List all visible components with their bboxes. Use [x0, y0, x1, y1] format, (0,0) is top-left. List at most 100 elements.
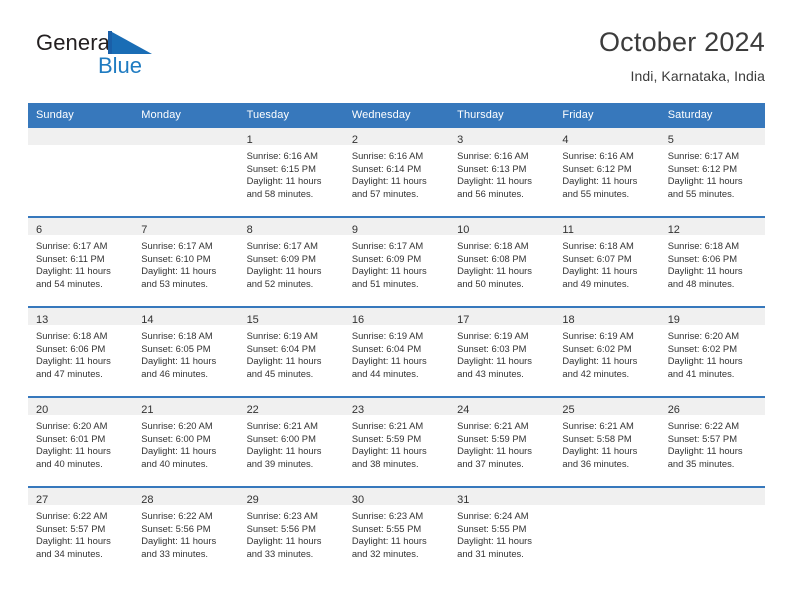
daylight-text: Daylight: 11 hours: [246, 265, 322, 277]
sunset-text: Sunset: 6:04 PM: [246, 342, 316, 354]
day-cell-details: Sunrise: 6:22 AM Sunset: 5:57 PM Daylight:…: [28, 505, 133, 560]
calendar-day-cell[interactable]: 30 Sunrise: 6:23 AM Sunset: 5:55 PM Dayligh…: [343, 486, 450, 576]
sunrise-text: Sunrise: 6:21 AM: [351, 420, 424, 431]
calendar-day-cell[interactable]: 15 Sunrise: 6:19 AM Sunset: 6:04 PM Dayligh…: [238, 306, 344, 397]
sunset-text: Sunset: 6:14 PM: [351, 162, 422, 174]
day-number: 25: [562, 404, 575, 416]
calendar-day-cell[interactable]: 20 Sunrise: 6:20 AM Sunset: 6:01 PM Dayligh…: [28, 396, 134, 487]
calendar-day-cell[interactable]: 10 Sunrise: 6:18 AM Sunset: 6:08 PM Dayligh…: [449, 216, 555, 307]
calendar-day-cell[interactable]: 25 Sunrise: 6:21 AM Sunset: 5:58 PM Dayligh…: [554, 396, 660, 487]
sunset-text: Sunset: 6:02 PM: [562, 342, 632, 354]
calendar-week-row: 20 Sunrise: 6:20 AM Sunset: 6:01 PM Dayligh…: [28, 396, 765, 487]
calendar-day-cell[interactable]: 5 Sunrise: 6:17 AM Sunset: 6:12 PM Daylight…: [659, 126, 765, 217]
calendar-day-cell[interactable]: 29 Sunrise: 6:23 AM Sunset: 5:56 PM Dayligh…: [238, 486, 344, 576]
daylight-text: and 55 minutes.: [667, 187, 735, 199]
daylight-text: and 32 minutes.: [351, 547, 419, 559]
day-number-band: 30: [343, 488, 450, 506]
calendar-day-cell[interactable]: 7 Sunrise: 6:17 AM Sunset: 6:10 PM Daylight…: [133, 216, 239, 307]
daylight-text: Daylight: 11 hours: [351, 445, 427, 457]
day-cell-details: Sunrise: 6:21 AM Sunset: 5:59 PM Daylight:…: [344, 415, 449, 470]
day-number-band: 27: [28, 488, 134, 506]
daylight-text: Daylight: 11 hours: [246, 175, 322, 187]
day-number: 3: [457, 134, 464, 146]
calendar-day-cell[interactable]: 3 Sunrise: 6:16 AM Sunset: 6:13 PM Daylight…: [449, 126, 555, 217]
calendar-day-cell[interactable]: 14 Sunrise: 6:18 AM Sunset: 6:05 PM Dayligh…: [133, 306, 239, 397]
calendar-day-cell[interactable]: 28 Sunrise: 6:22 AM Sunset: 5:56 PM Dayligh…: [133, 486, 239, 576]
day-cell-details: Sunrise: 6:17 AM Sunset: 6:09 PM Daylight:…: [344, 235, 449, 290]
day-number-band: 10: [449, 218, 555, 236]
calendar-header-row: Sunday Monday Tuesday Wednesday Thursday Frid…: [28, 103, 765, 127]
calendar-day-cell[interactable]: 4 Sunrise: 6:16 AM Sunset: 6:12 PM Daylight…: [554, 126, 660, 217]
day-cell-details: [554, 505, 659, 510]
day-cell-inner: 10 Sunrise: 6:18 AM Sunset: 6:08 PM Dayligh…: [449, 218, 555, 306]
day-cell-details: Sunrise: 6:19 AM Sunset: 6:03 PM Daylight:…: [449, 325, 554, 380]
daylight-text: and 47 minutes.: [36, 367, 103, 379]
day-number-band: 2: [343, 128, 450, 146]
day-number: 26: [667, 404, 680, 416]
day-cell-inner: 1 Sunrise: 6:16 AM Sunset: 6:15 PM Daylight…: [238, 128, 344, 216]
calendar-day-cell[interactable]: 22 Sunrise: 6:21 AM Sunset: 6:00 PM Dayligh…: [238, 396, 344, 487]
daylight-text: Daylight: 11 hours: [351, 355, 427, 367]
sunset-text: Sunset: 6:03 PM: [457, 342, 527, 354]
calendar-day-cell[interactable]: 31 Sunrise: 6:24 AM Sunset: 5:55 PM Dayligh…: [449, 486, 555, 576]
day-number-band: 7: [133, 218, 239, 236]
calendar-day-cell[interactable]: 16 Sunrise: 6:19 AM Sunset: 6:04 PM Dayligh…: [343, 306, 450, 397]
calendar-day-cell[interactable]: 23 Sunrise: 6:21 AM Sunset: 5:59 PM Dayligh…: [343, 396, 450, 487]
page-subtitle: Indi, Karnataka, India: [630, 68, 765, 84]
day-number: 1: [246, 134, 253, 146]
weekday-header-monday: Monday: [133, 103, 239, 127]
calendar-day-cell[interactable]: 18 Sunrise: 6:19 AM Sunset: 6:02 PM Dayligh…: [554, 306, 660, 397]
calendar-week-row: 13 Sunrise: 6:18 AM Sunset: 6:06 PM Dayligh…: [28, 306, 765, 397]
day-number: 23: [351, 404, 365, 416]
daylight-text: and 46 minutes.: [141, 367, 208, 379]
sunrise-text: Sunrise: 6:20 AM: [141, 420, 213, 431]
page-header: General Blue October 2024 Indi, Karnatak…: [28, 26, 765, 96]
daylight-text: Daylight: 11 hours: [667, 445, 743, 457]
daylight-text: Daylight: 11 hours: [36, 445, 111, 457]
calendar-day-cell[interactable]: 17 Sunrise: 6:19 AM Sunset: 6:03 PM Dayligh…: [449, 306, 555, 397]
calendar-day-cell[interactable]: 11 Sunrise: 6:18 AM Sunset: 6:07 PM Dayligh…: [554, 216, 660, 307]
day-number: 30: [351, 494, 365, 506]
day-cell-details: Sunrise: 6:23 AM Sunset: 5:55 PM Daylight:…: [344, 505, 449, 560]
day-cell-details: Sunrise: 6:16 AM Sunset: 6:12 PM Daylight:…: [554, 145, 659, 200]
daylight-text: Daylight: 11 hours: [246, 355, 322, 367]
calendar-day-cell[interactable]: 8 Sunrise: 6:17 AM Sunset: 6:09 PM Daylight…: [238, 216, 344, 307]
calendar-day-cell-empty: [28, 126, 134, 217]
calendar-day-cell[interactable]: 19 Sunrise: 6:20 AM Sunset: 6:02 PM Dayligh…: [659, 306, 765, 397]
calendar-day-cell[interactable]: 26 Sunrise: 6:22 AM Sunset: 5:57 PM Dayligh…: [659, 396, 765, 487]
calendar-day-cell[interactable]: 24 Sunrise: 6:21 AM Sunset: 5:59 PM Dayligh…: [449, 396, 555, 487]
calendar-day-cell[interactable]: 27 Sunrise: 6:22 AM Sunset: 5:57 PM Dayligh…: [28, 486, 134, 576]
calendar-day-cell[interactable]: 6 Sunrise: 6:17 AM Sunset: 6:11 PM Daylight…: [28, 216, 134, 307]
sunrise-text: Sunrise: 6:18 AM: [36, 330, 108, 341]
calendar-day-cell[interactable]: 1 Sunrise: 6:16 AM Sunset: 6:15 PM Daylight…: [238, 126, 344, 217]
daylight-text: and 52 minutes.: [246, 277, 314, 289]
calendar-day-cell[interactable]: 9 Sunrise: 6:17 AM Sunset: 6:09 PM Daylight…: [343, 216, 450, 307]
calendar-body: 1 Sunrise: 6:16 AM Sunset: 6:15 PM Daylight…: [28, 126, 765, 576]
daylight-text: Daylight: 11 hours: [351, 175, 427, 187]
daylight-text: and 53 minutes.: [141, 277, 208, 289]
day-number: 17: [457, 314, 470, 326]
calendar-day-cell[interactable]: 13 Sunrise: 6:18 AM Sunset: 6:06 PM Dayligh…: [28, 306, 134, 397]
sunrise-text: Sunrise: 6:20 AM: [36, 420, 108, 431]
calendar-day-cell[interactable]: 12 Sunrise: 6:18 AM Sunset: 6:06 PM Dayligh…: [659, 216, 765, 307]
weekday-header-friday: Friday: [554, 103, 660, 127]
brand-logo[interactable]: General Blue: [36, 30, 236, 86]
day-cell-details: Sunrise: 6:20 AM Sunset: 6:02 PM Daylight:…: [660, 325, 765, 380]
day-number-band: 15: [238, 308, 344, 326]
sunset-text: Sunset: 5:58 PM: [562, 432, 632, 444]
sunset-text: Sunset: 6:10 PM: [141, 252, 211, 264]
calendar-week-row: 1 Sunrise: 6:16 AM Sunset: 6:15 PM Daylight…: [28, 126, 765, 217]
calendar-day-cell[interactable]: 2 Sunrise: 6:16 AM Sunset: 6:14 PM Daylight…: [343, 126, 450, 217]
sunset-text: Sunset: 5:56 PM: [246, 522, 316, 534]
day-cell-inner: 11 Sunrise: 6:18 AM Sunset: 6:07 PM Dayligh…: [554, 218, 660, 306]
day-cell-details: Sunrise: 6:20 AM Sunset: 6:01 PM Daylight:…: [28, 415, 133, 470]
daylight-text: and 57 minutes.: [351, 187, 419, 199]
day-number-band: 14: [133, 308, 239, 326]
calendar-day-cell[interactable]: 21 Sunrise: 6:20 AM Sunset: 6:00 PM Dayligh…: [133, 396, 239, 487]
sunset-text: Sunset: 6:07 PM: [562, 252, 632, 264]
day-cell-details: Sunrise: 6:17 AM Sunset: 6:09 PM Daylight:…: [239, 235, 344, 290]
day-cell-details: Sunrise: 6:18 AM Sunset: 6:08 PM Daylight:…: [449, 235, 554, 290]
daylight-text: Daylight: 11 hours: [457, 265, 532, 277]
daylight-text: Daylight: 11 hours: [457, 175, 532, 187]
sunrise-text: Sunrise: 6:21 AM: [457, 420, 529, 431]
